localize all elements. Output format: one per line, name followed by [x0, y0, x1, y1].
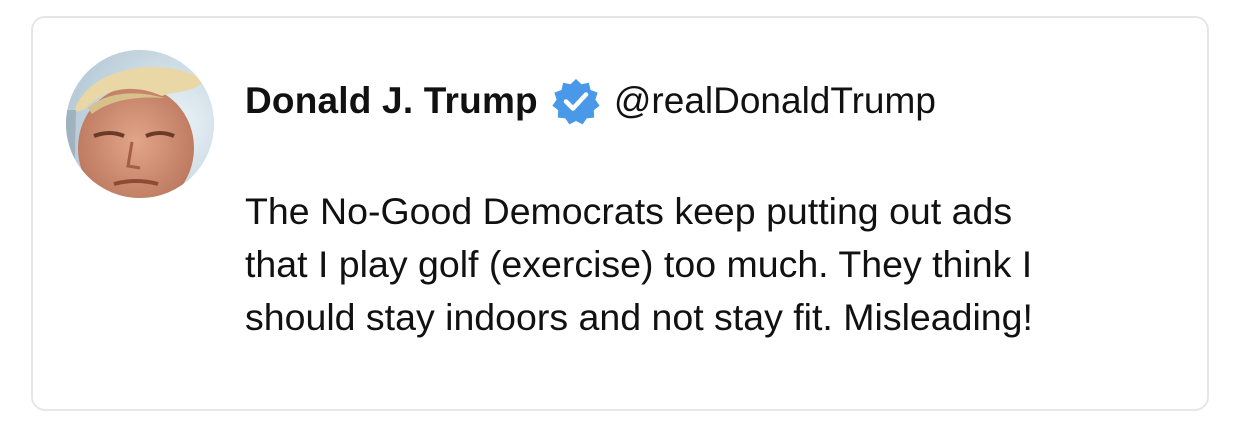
- profile-photo-icon: [66, 50, 214, 198]
- tweet-card: Donald J. Trump @realDonaldTrump The No-…: [31, 16, 1209, 411]
- verified-badge-icon: [552, 77, 600, 125]
- display-name[interactable]: Donald J. Trump: [245, 80, 538, 122]
- avatar[interactable]: [66, 50, 214, 198]
- tweet-text: The No-Good Democrats keep putting out a…: [245, 185, 1195, 344]
- tweet-text-line: The No-Good Democrats keep putting out a…: [245, 190, 1013, 232]
- tweet-text-line: that I play golf (exercise) too much. Th…: [245, 243, 1033, 285]
- user-handle[interactable]: @realDonaldTrump: [614, 80, 936, 122]
- tweet-header: Donald J. Trump @realDonaldTrump: [245, 76, 936, 126]
- tweet-text-line: should stay indoors and not stay fit. Mi…: [245, 296, 1033, 338]
